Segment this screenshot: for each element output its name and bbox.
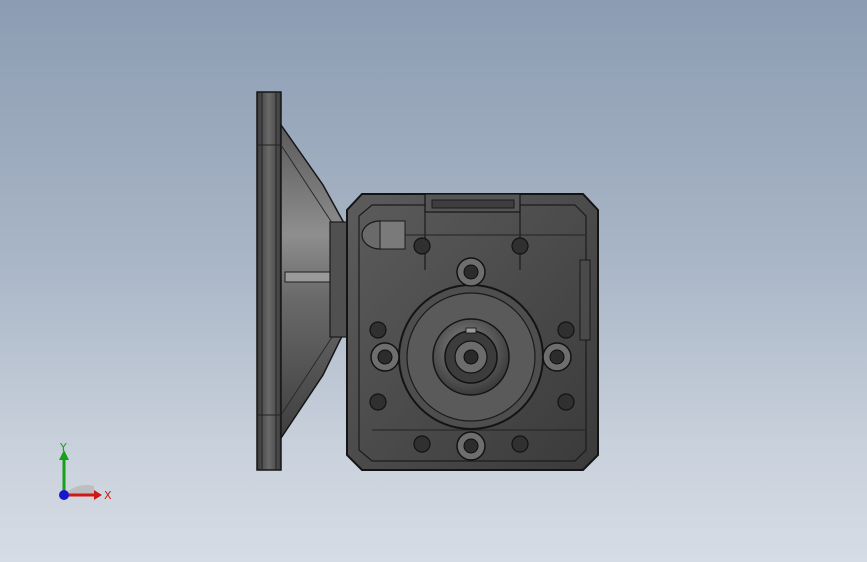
- output-flange: [398, 284, 544, 430]
- axis-triad: Y X: [59, 441, 112, 502]
- y-axis-label: Y: [59, 441, 67, 454]
- gearbox-model[interactable]: [0, 0, 867, 562]
- x-axis-label: X: [104, 489, 112, 502]
- z-axis-dot: [59, 490, 69, 500]
- graphics-viewport[interactable]: Y X: [0, 0, 867, 562]
- mounting-flange: [256, 91, 282, 471]
- motor-adapter-cone: [280, 122, 351, 441]
